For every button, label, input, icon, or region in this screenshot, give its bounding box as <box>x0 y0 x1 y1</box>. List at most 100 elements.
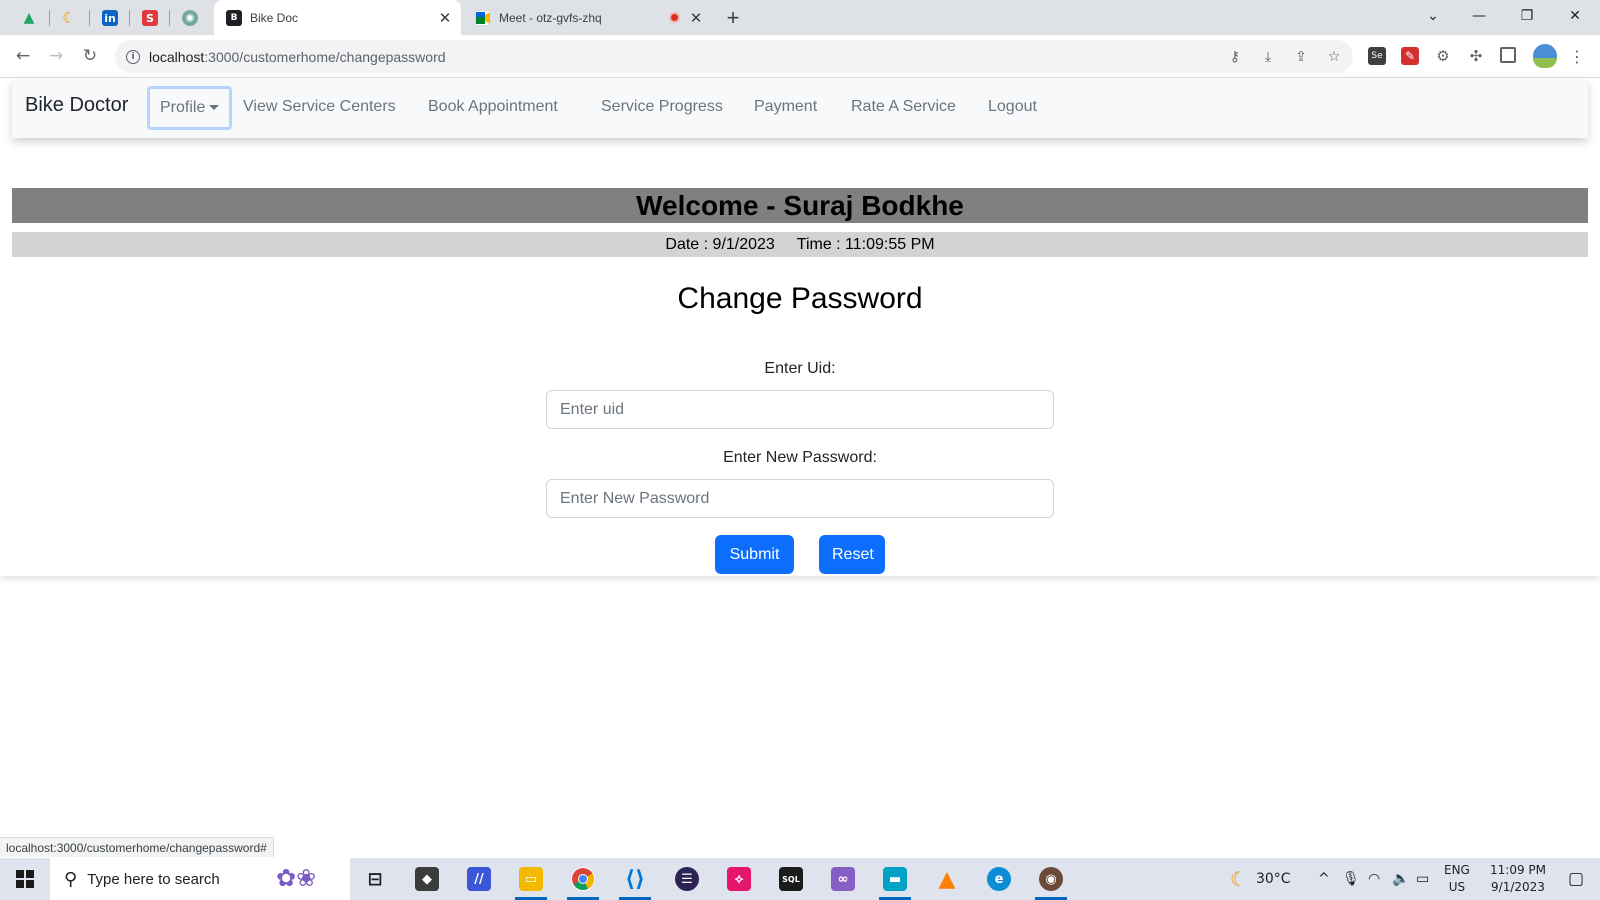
nav-service-progress[interactable]: Service Progress <box>601 98 723 116</box>
vscode-icon[interactable]: ⟨⟩ <box>619 863 651 900</box>
uid-input[interactable] <box>546 390 1054 429</box>
clock-time: 11:09 PM <box>1490 863 1546 877</box>
tab-separator <box>89 10 90 26</box>
caret-down-icon <box>209 104 220 110</box>
nav-rate-a-service[interactable]: Rate A Service <box>851 98 956 116</box>
eclipse-icon[interactable]: ☰ <box>671 863 703 895</box>
battery-icon[interactable]: ▭ <box>1416 858 1429 900</box>
welcome-banner: Welcome - Suraj Bodkhe <box>12 188 1588 223</box>
nav-profile-label: Profile <box>160 99 206 116</box>
app-icon[interactable]: // <box>463 863 495 895</box>
selenium-extension-icon[interactable]: Se <box>1368 47 1386 65</box>
windows-taskbar: ⚲ Type here to search ✿❀ ⊟ ◆ // ▭ ⟨⟩ ☰ ⟡… <box>0 858 1600 900</box>
start-button[interactable] <box>0 858 50 900</box>
browser-toolbar: ← → ↻ i localhost:3000/customerhome/chan… <box>0 35 1600 78</box>
chrome-icon[interactable] <box>567 863 599 900</box>
unity-app-icon[interactable]: ◆ <box>411 863 443 895</box>
minimize-button[interactable]: — <box>1456 0 1502 32</box>
git-app-icon[interactable]: ⟡ <box>723 863 755 895</box>
side-panel-icon[interactable] <box>1500 47 1516 63</box>
bike-doc-favicon: B <box>226 9 242 26</box>
submit-button[interactable]: Submit <box>715 535 794 574</box>
chatgpt-tab[interactable]: ✺ <box>176 6 204 30</box>
wifi-icon[interactable]: ◠ <box>1368 858 1380 900</box>
notification-center-icon[interactable]: ▢ <box>1556 858 1596 900</box>
language-indicator[interactable]: ENG US <box>1444 858 1470 900</box>
remote-desktop-icon[interactable]: ▬ <box>879 863 911 900</box>
volume-icon[interactable]: 🔈 <box>1392 858 1409 900</box>
windows-logo-icon <box>16 870 34 888</box>
taskbar-clock[interactable]: 11:09 PM 9/1/2023 <box>1482 858 1554 900</box>
tab-separator <box>49 10 50 26</box>
mysql-shell-icon[interactable]: SQL <box>775 863 807 895</box>
search-icon: ⚲ <box>64 868 78 890</box>
show-hidden-icons-icon[interactable]: ^ <box>1318 858 1330 900</box>
password-key-icon[interactable]: ⚷ <box>1226 48 1244 66</box>
nav-profile-dropdown[interactable]: Profile <box>147 86 233 130</box>
vlc-icon[interactable]: ▲ <box>931 863 963 895</box>
extension-gear-icon[interactable]: ⚙ <box>1434 47 1452 65</box>
close-tab-icon[interactable]: ✕ <box>686 8 706 28</box>
uid-label: Enter Uid: <box>764 360 836 377</box>
close-tab-icon[interactable]: ✕ <box>435 8 455 28</box>
new-tab-button[interactable]: + <box>720 5 746 31</box>
weather-moon-icon: ☾ <box>1230 867 1248 891</box>
weather-temperature: 30°C <box>1255 871 1291 887</box>
close-window-button[interactable]: ✕ <box>1552 0 1598 32</box>
reload-icon[interactable]: ↻ <box>76 42 104 70</box>
bookmark-star-icon[interactable]: ☆ <box>1325 48 1343 66</box>
task-view-icon[interactable]: ⊟ <box>359 863 391 895</box>
browser-tab-strip: ▲ ☾ in S ✺ B Bike Doc ✕ Meet - otz-gvfs-… <box>0 0 1600 35</box>
brand-logo[interactable]: Bike Doctor <box>25 94 128 117</box>
crescent-logo-icon: ☾ <box>62 9 76 27</box>
taskbar-search-box[interactable]: ⚲ Type here to search ✿❀ <box>50 858 350 900</box>
nav-payment[interactable]: Payment <box>754 98 817 116</box>
pdf-extension-icon[interactable]: ✎ <box>1401 47 1419 65</box>
google-meet-icon <box>475 9 491 26</box>
clock-date: 9/1/2023 <box>1491 880 1545 894</box>
edge-icon[interactable]: e <box>983 863 1015 895</box>
back-arrow-icon[interactable]: ← <box>9 42 37 70</box>
google-drive-tab[interactable]: ▲ <box>15 6 43 30</box>
s-logo-icon: S <box>142 10 158 26</box>
app-icon[interactable]: ◉ <box>1035 863 1067 900</box>
tab-separator <box>169 10 170 26</box>
url-text[interactable]: localhost:3000/customerhome/changepasswo… <box>149 49 446 65</box>
tab-separator <box>129 10 130 26</box>
linkedin-icon: in <box>102 10 118 26</box>
content-card-edge <box>0 572 1600 576</box>
new-password-input[interactable] <box>546 479 1054 518</box>
search-highlight-flowers-icon: ✿❀ <box>276 865 317 892</box>
site-info-icon[interactable]: i <box>126 49 140 64</box>
address-bar[interactable]: i localhost:3000/customerhome/changepass… <box>115 40 1353 73</box>
chrome-menu-icon[interactable]: ⋮ <box>1568 47 1586 66</box>
microphone-icon[interactable]: 🎙 <box>1342 858 1360 900</box>
new-password-label: Enter New Password: <box>723 449 877 466</box>
file-explorer-icon[interactable]: ▭ <box>515 863 547 900</box>
pinned-tab-4[interactable]: S <box>136 6 164 30</box>
tab-bike-doc[interactable]: B Bike Doc ✕ <box>214 0 461 35</box>
restore-button[interactable]: ❐ <box>1504 0 1550 32</box>
share-icon[interactable]: ⇪ <box>1292 48 1310 66</box>
nav-logout[interactable]: Logout <box>988 98 1037 116</box>
visual-studio-icon[interactable]: ∞ <box>827 863 859 895</box>
linkedin-tab[interactable]: in <box>96 6 124 30</box>
tab-title: Bike Doc <box>250 10 299 25</box>
tab-google-meet[interactable]: Meet - otz-gvfs-zhq ✕ <box>463 0 712 35</box>
extensions-puzzle-icon[interactable]: ✣ <box>1467 47 1485 65</box>
tab-search-chevron-icon[interactable]: ⌄ <box>1410 0 1456 32</box>
link-status-bubble: localhost:3000/customerhome/changepasswo… <box>0 837 274 857</box>
recording-indicator-icon <box>669 12 680 23</box>
profile-avatar[interactable] <box>1533 44 1557 68</box>
install-app-icon[interactable]: ⤓ <box>1259 48 1277 66</box>
reset-button[interactable]: Reset <box>819 535 885 574</box>
chatgpt-icon: ✺ <box>182 10 198 26</box>
weather-widget[interactable]: ☾ 30°C <box>1230 858 1291 900</box>
site-navbar: Bike Doctor Profile View Service Centers… <box>12 80 1588 138</box>
tab-title: Meet - otz-gvfs-zhq <box>499 10 602 25</box>
nav-view-service-centers[interactable]: View Service Centers <box>243 98 396 116</box>
taskbar-search-placeholder: Type here to search <box>87 870 220 888</box>
forward-arrow-icon[interactable]: → <box>42 42 70 70</box>
nav-book-appointment[interactable]: Book Appointment <box>428 98 558 116</box>
pinned-tab-2[interactable]: ☾ <box>55 6 83 30</box>
